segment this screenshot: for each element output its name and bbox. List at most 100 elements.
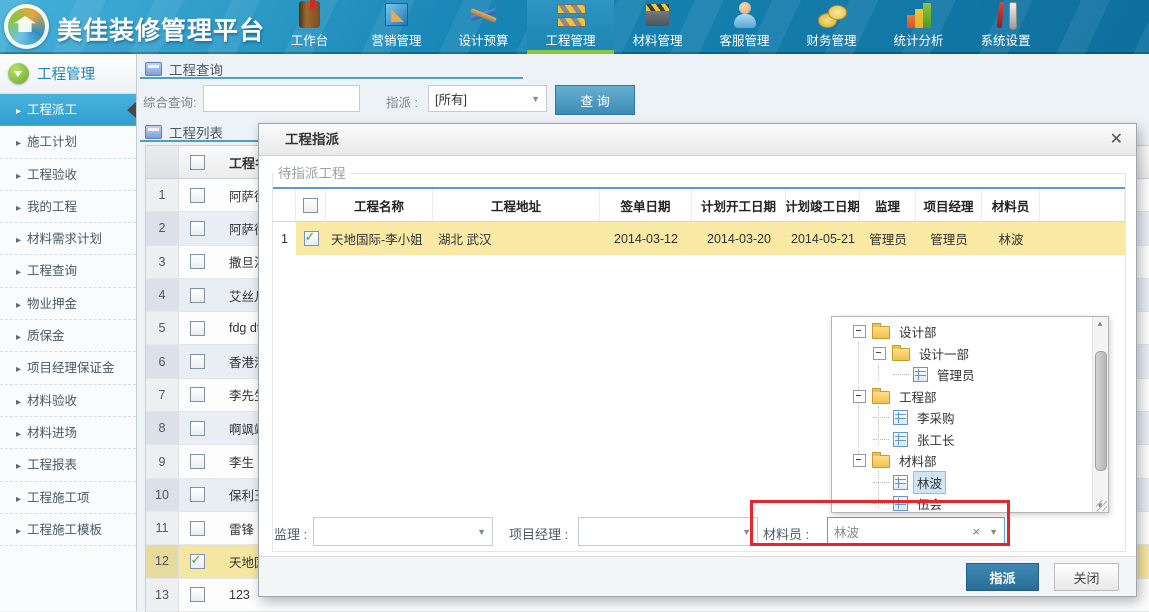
tree-node-材料部[interactable]: 材料部 [832,450,1092,472]
row-checkbox[interactable] [190,587,205,602]
tree-node-林波[interactable]: 林波 [832,472,1092,494]
expander-minus-icon[interactable] [853,325,866,338]
nav-item-营销管理[interactable]: 营销管理 [353,0,440,54]
select-all-checkbox[interactable] [190,155,205,170]
dialog-footer: 指派 关闭 [259,556,1136,596]
sidebar-item-材料需求计划[interactable]: ▸材料需求计划 [0,223,136,255]
assign-button[interactable]: 指派 [966,563,1039,591]
sidebar-item-label: 施工计划 [27,135,77,149]
triangle-icon: ▸ [16,526,21,537]
sidebar-item-材料进场[interactable]: ▸材料进场 [0,417,136,449]
tree-scrollbar[interactable] [1092,317,1108,512]
row-cell: 2014-05-21 [786,222,860,255]
nav-item-统计分析[interactable]: 统计分析 [875,0,962,54]
select-all-checkbox[interactable] [303,198,318,213]
supervisor-select[interactable] [313,517,493,546]
list-panel-title: 工程列表 [145,122,223,142]
row-checkbox[interactable] [190,354,205,369]
row-checkbox[interactable] [190,554,205,569]
sidebar-item-label: 我的工程 [27,200,77,214]
search-input[interactable] [203,85,360,112]
row-checkbox-cell [179,387,215,402]
row-checkbox[interactable] [190,288,205,303]
sidebar-item-物业押金[interactable]: ▸ 物业押金 [0,288,136,320]
column-header-计划竣工日期: 计划竣工日期 [786,189,860,221]
sidebar-item-质保金[interactable]: ▸质保金 [0,320,136,352]
row-number: 4 [146,279,179,311]
row-checkbox[interactable] [190,387,205,402]
pending-table-row[interactable]: 1天地国际-李小姐湖北 武汉2014-03-122014-03-202014-0… [273,222,1125,255]
row-checkbox[interactable] [190,221,205,236]
tree-node-设计部[interactable]: 设计部 [832,321,1092,343]
tree-node-label: 林波 [914,472,945,493]
sidebar-item-工程验收[interactable]: ▸工程验收 [0,159,136,191]
sidebar-item-工程查询[interactable]: ▸工程查询 [0,255,136,287]
tree-guide-line [878,363,879,380]
nav-item-客服管理[interactable]: 客服管理 [701,0,788,54]
tree-node-工程部[interactable]: 工程部 [832,386,1092,408]
sidebar-item-工程报表[interactable]: ▸工程报表 [0,449,136,481]
row-checkbox[interactable] [190,487,205,502]
nav-item-财务管理[interactable]: 财务管理 [788,0,875,54]
query-button[interactable]: 查 询 [555,85,635,115]
resize-grip-icon[interactable] [1096,500,1107,511]
sidebar-item-项目经理保证金[interactable]: ▸项目经理保证金 [0,352,136,384]
sidebar-item-施工计划[interactable]: ▸施工计划 [0,126,136,158]
row-checkbox[interactable] [190,321,205,336]
triangle-icon: ▸ [16,494,21,505]
expander-minus-icon[interactable] [853,454,866,467]
triangle-icon: ▸ [16,300,21,311]
nav-item-工程管理[interactable]: 工程管理 [527,0,614,54]
sidebar-title: 工程管理 [37,63,95,84]
tree-node-李采购[interactable]: 李采购 [832,407,1092,429]
row-number: 7 [146,379,179,411]
triangle-icon: ▸ [16,461,21,472]
sidebar-item-材料验收[interactable]: ▸材料验收 [0,385,136,417]
triangle-icon: ▸ [16,171,21,182]
sidebar-item-label: 材料需求计划 [27,232,102,246]
nav-item-工作台[interactable]: 工作台 [266,0,353,54]
row-number: 10 [146,479,179,511]
row-checkbox-cell [296,222,326,255]
row-checkbox-cell [179,454,215,469]
triangle-icon: ▸ [16,397,21,408]
tree-node-管理员[interactable]: 管理员 [832,364,1092,386]
row-checkbox[interactable] [190,521,205,536]
tree-node-设计一部[interactable]: 设计一部 [832,343,1092,365]
clear-icon[interactable] [972,524,980,539]
row-number: 12 [146,545,179,577]
sidebar-item-我的工程[interactable]: ▸我的工程 [0,191,136,223]
row-checkbox[interactable] [190,254,205,269]
sidebar-item-工程施工模板[interactable]: ▸工程施工模板 [0,514,136,546]
tree-node-伍会[interactable]: 伍会 [832,493,1092,512]
pending-table: 工程名称工程地址签单日期计划开工日期计划竣工日期监理项目经理材料员 1天地国际-… [273,189,1125,255]
search-label: 综合查询: [143,92,196,111]
row-checkbox[interactable] [190,421,205,436]
nav-item-系统设置[interactable]: 系统设置 [962,0,1049,54]
ruler-icon [382,0,412,28]
manager-select[interactable] [578,517,758,546]
scrollbar-thumb[interactable] [1095,351,1107,471]
user-grid-icon [893,496,908,511]
material-staff-select[interactable]: 林波 [827,517,1005,546]
sidebar-item-label: 工程施工项 [27,491,90,505]
list-panel-title-text: 工程列表 [169,122,223,142]
row-checkbox[interactable] [190,454,205,469]
close-button[interactable]: 关闭 [1054,563,1119,591]
assign-filter-select[interactable]: [所有] [428,85,547,112]
sidebar-item-工程施工项[interactable]: ▸ 工程施工项 [0,482,136,514]
sidebar-item-label: 工程派工 [27,103,77,117]
expander-minus-icon[interactable] [873,347,886,360]
sidebar-item-label: 物业押金 [27,297,77,311]
row-checkbox[interactable] [304,231,319,246]
close-icon[interactable]: ✕ [1110,129,1123,149]
nav-item-设计预算[interactable]: 设计预算 [440,0,527,54]
expander-minus-icon[interactable] [853,390,866,403]
dialog-header[interactable]: 工程指派 [259,124,1136,156]
nav-item-材料管理[interactable]: 材料管理 [614,0,701,54]
tree-node-张工长[interactable]: 张工长 [832,429,1092,451]
query-panel-title-text: 工程查询 [169,59,223,79]
sidebar-item-工程派工[interactable]: ▸工程派工 [0,94,136,126]
row-number: 13 [146,579,179,611]
row-checkbox[interactable] [190,188,205,203]
